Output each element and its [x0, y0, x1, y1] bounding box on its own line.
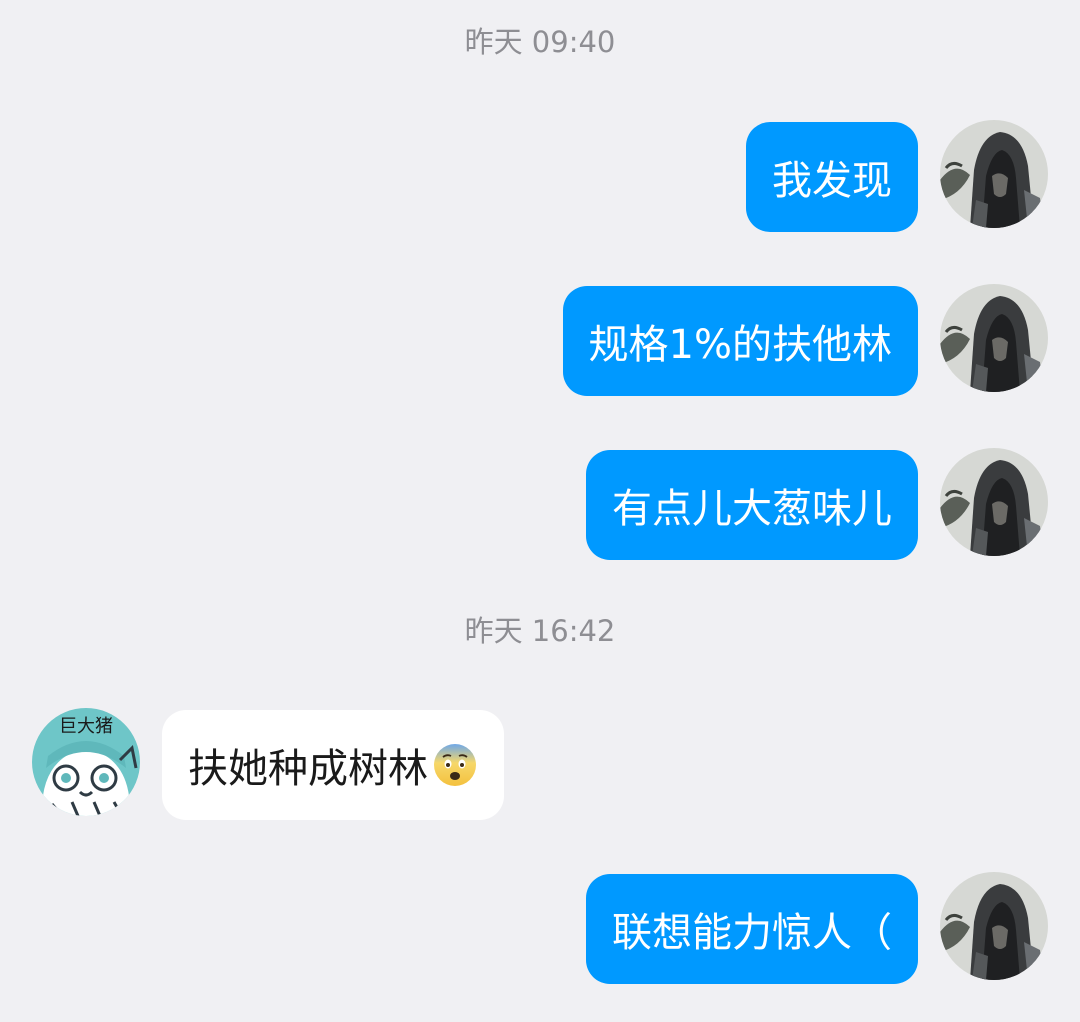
- avatar-label: 巨大猪: [59, 716, 113, 737]
- message-row-incoming: 巨大猪 扶她种成树林: [0, 706, 1080, 820]
- hooded-figure-avatar-icon: [940, 120, 1048, 228]
- anime-character-avatar-icon: 巨大猪: [32, 708, 140, 816]
- timestamp: 昨天 09:40: [464, 25, 616, 59]
- message-bubble-outgoing[interactable]: 规格1%的扶他林: [562, 286, 918, 396]
- message-bubble-outgoing[interactable]: 联想能力惊人（: [586, 874, 918, 984]
- message-bubble-outgoing[interactable]: 我发现: [746, 122, 918, 232]
- message-text: 我发现: [772, 158, 892, 204]
- message-text: 联想能力惊人（: [612, 910, 892, 956]
- message-text: 扶她种成树林: [188, 746, 428, 792]
- other-avatar[interactable]: 巨大猪: [32, 708, 140, 816]
- message-bubble-outgoing[interactable]: 有点儿大葱味儿: [586, 450, 918, 560]
- hooded-figure-avatar-icon: [940, 872, 1048, 980]
- hooded-figure-avatar-icon: [940, 284, 1048, 392]
- self-avatar[interactable]: [940, 120, 1048, 228]
- self-avatar[interactable]: [940, 284, 1048, 392]
- message-row-outgoing: 联想能力惊人（: [0, 872, 1080, 984]
- hooded-figure-avatar-icon: [940, 448, 1048, 556]
- message-row-outgoing: 有点儿大葱味儿: [0, 448, 1080, 560]
- message-bubble-incoming[interactable]: 扶她种成树林: [162, 710, 504, 820]
- timestamp: 昨天 16:42: [464, 614, 616, 648]
- message-row-outgoing: 我发现: [0, 120, 1080, 232]
- message-text: 规格1%的扶他林: [588, 322, 892, 368]
- fearful-face-icon: [434, 744, 476, 786]
- self-avatar[interactable]: [940, 872, 1048, 980]
- message-row-outgoing: 规格1%的扶他林: [0, 284, 1080, 396]
- self-avatar[interactable]: [940, 448, 1048, 556]
- message-text: 有点儿大葱味儿: [612, 486, 892, 532]
